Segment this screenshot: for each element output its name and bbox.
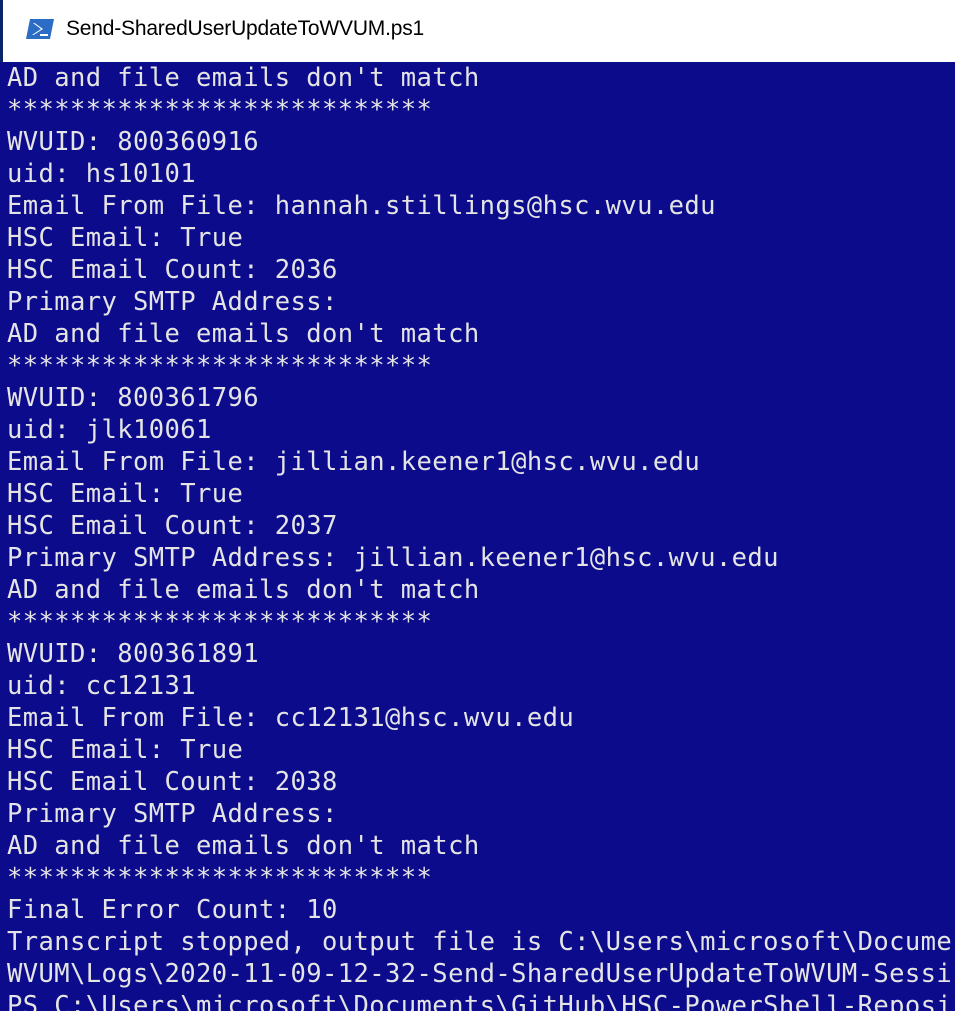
console-line: HSC Email Count: 2037: [7, 511, 338, 541]
console-line: uid: cc12131: [7, 671, 197, 701]
console-line: HSC Email: True: [7, 223, 244, 253]
powershell-icon: [26, 19, 54, 39]
console-line: HSC Email Count: 2036: [7, 255, 338, 285]
console-line: Primary SMTP Address:: [7, 799, 338, 829]
console-line: Primary SMTP Address: jillian.keener1@hs…: [7, 543, 779, 573]
console-line: AD and file emails don't match: [7, 63, 480, 93]
console-line: Email From File: jillian.keener1@hsc.wvu…: [7, 447, 701, 477]
console-line: uid: jlk10061: [7, 415, 212, 445]
console-line: Email From File: cc12131@hsc.wvu.edu: [7, 703, 575, 733]
console-line: ***************************: [7, 607, 433, 637]
console-output[interactable]: AD and file emails don't match **********…: [0, 62, 955, 1011]
window-title: Send-SharedUserUpdateToWVUM.ps1: [66, 17, 424, 40]
console-line: uid: hs10101: [7, 159, 197, 189]
console-line: AD and file emails don't match: [7, 319, 480, 349]
console-line: PS C:\Users\microsoft\Documents\GitHub\H…: [7, 991, 953, 1011]
console-line: Final Error Count: 10: [7, 895, 338, 925]
console-line: AD and file emails don't match: [7, 575, 480, 605]
console-line: Transcript stopped, output file is C:\Us…: [7, 927, 953, 957]
console-line: AD and file emails don't match: [7, 831, 480, 861]
console-line: ***************************: [7, 95, 433, 125]
console-line: ***************************: [7, 351, 433, 381]
console-line: Primary SMTP Address:: [7, 287, 338, 317]
console-line: Email From File: hannah.stillings@hsc.wv…: [7, 191, 716, 221]
console-line: HSC Email: True: [7, 479, 244, 509]
console-line: WVUID: 800361796: [7, 383, 260, 413]
console-line: ***************************: [7, 863, 433, 893]
console-line: WVUID: 800360916: [7, 127, 260, 157]
console-line: HSC Email: True: [7, 735, 244, 765]
console-line: WVUID: 800361891: [7, 639, 260, 669]
title-bar[interactable]: Send-SharedUserUpdateToWVUM.ps1: [0, 0, 955, 62]
console-line: WVUM\Logs\2020-11-09-12-32-Send-SharedUs…: [7, 959, 953, 989]
console-line: HSC Email Count: 2038: [7, 767, 338, 797]
powershell-window: Send-SharedUserUpdateToWVUM.ps1 AD and f…: [0, 0, 955, 1011]
